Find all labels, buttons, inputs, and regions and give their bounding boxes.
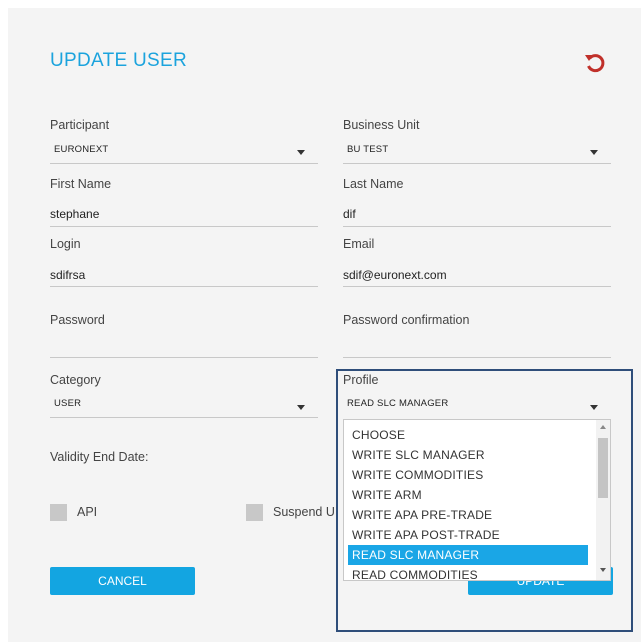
api-checkbox-label: API [77,505,98,519]
cancel-button[interactable]: CANCEL [50,567,195,595]
profile-option[interactable]: CHOOSE [348,425,588,445]
first-name-input[interactable]: stephane [50,207,318,223]
last-name-input[interactable]: dif [343,207,611,223]
category-label: Category [50,373,101,387]
password-underline [50,357,318,358]
password-confirmation-label: Password confirmation [343,313,470,327]
category-underline [50,417,318,418]
category-select[interactable]: USER [50,396,318,416]
profile-value: READ SLC MANAGER [347,398,449,409]
dropdown-scrollbar[interactable] [596,420,610,580]
category-value: USER [54,398,82,409]
business-unit-underline [343,163,611,164]
reset-icon[interactable] [583,50,607,74]
participant-label: Participant [50,118,110,132]
last-name-underline [343,226,611,227]
chevron-down-icon [297,405,305,410]
scroll-down-icon[interactable] [600,568,606,572]
scroll-up-icon[interactable] [600,425,606,429]
participant-underline [50,163,318,164]
login-underline [50,286,318,287]
validity-end-date-label: Validity End Date: [50,450,149,464]
business-unit-select[interactable]: BU TEST [343,142,611,162]
suspend-checkbox-label: Suspend U [273,505,335,519]
last-name-label: Last Name [343,177,404,191]
email-label: Email [343,237,375,251]
business-unit-value: BU TEST [347,144,389,155]
chevron-down-icon [590,405,598,410]
password-label: Password [50,313,105,327]
page-title: UPDATE USER [50,50,188,71]
scrollbar-thumb[interactable] [598,438,608,498]
profile-option[interactable]: WRITE ARM [348,485,588,505]
profile-option-selected[interactable]: READ SLC MANAGER [348,545,588,565]
profile-dropdown-list: CHOOSE WRITE SLC MANAGER WRITE COMMODITI… [343,419,611,581]
profile-label: Profile [343,373,379,387]
chevron-down-icon [590,150,598,155]
participant-value: EURONEXT [54,144,109,155]
api-checkbox[interactable] [50,504,67,521]
participant-select[interactable]: EURONEXT [50,142,318,162]
chevron-down-icon [297,150,305,155]
profile-option[interactable]: WRITE APA POST-TRADE [348,525,588,545]
profile-option[interactable]: WRITE COMMODITIES [348,465,588,485]
login-input[interactable]: sdifrsa [50,268,318,284]
profile-option[interactable]: WRITE SLC MANAGER [348,445,588,465]
email-input[interactable]: sdif@euronext.com [343,268,611,284]
profile-select[interactable]: READ SLC MANAGER [343,396,611,416]
password-input[interactable] [50,338,318,356]
profile-option[interactable]: WRITE APA PRE-TRADE [348,505,588,525]
password-confirmation-input[interactable] [343,338,611,356]
business-unit-label: Business Unit [343,118,420,132]
login-label: Login [50,237,81,251]
profile-option[interactable]: READ COMMODITIES [348,565,588,580]
suspend-checkbox[interactable] [246,504,263,521]
first-name-label: First Name [50,177,112,191]
first-name-underline [50,226,318,227]
password-confirmation-underline [343,357,611,358]
email-underline [343,286,611,287]
